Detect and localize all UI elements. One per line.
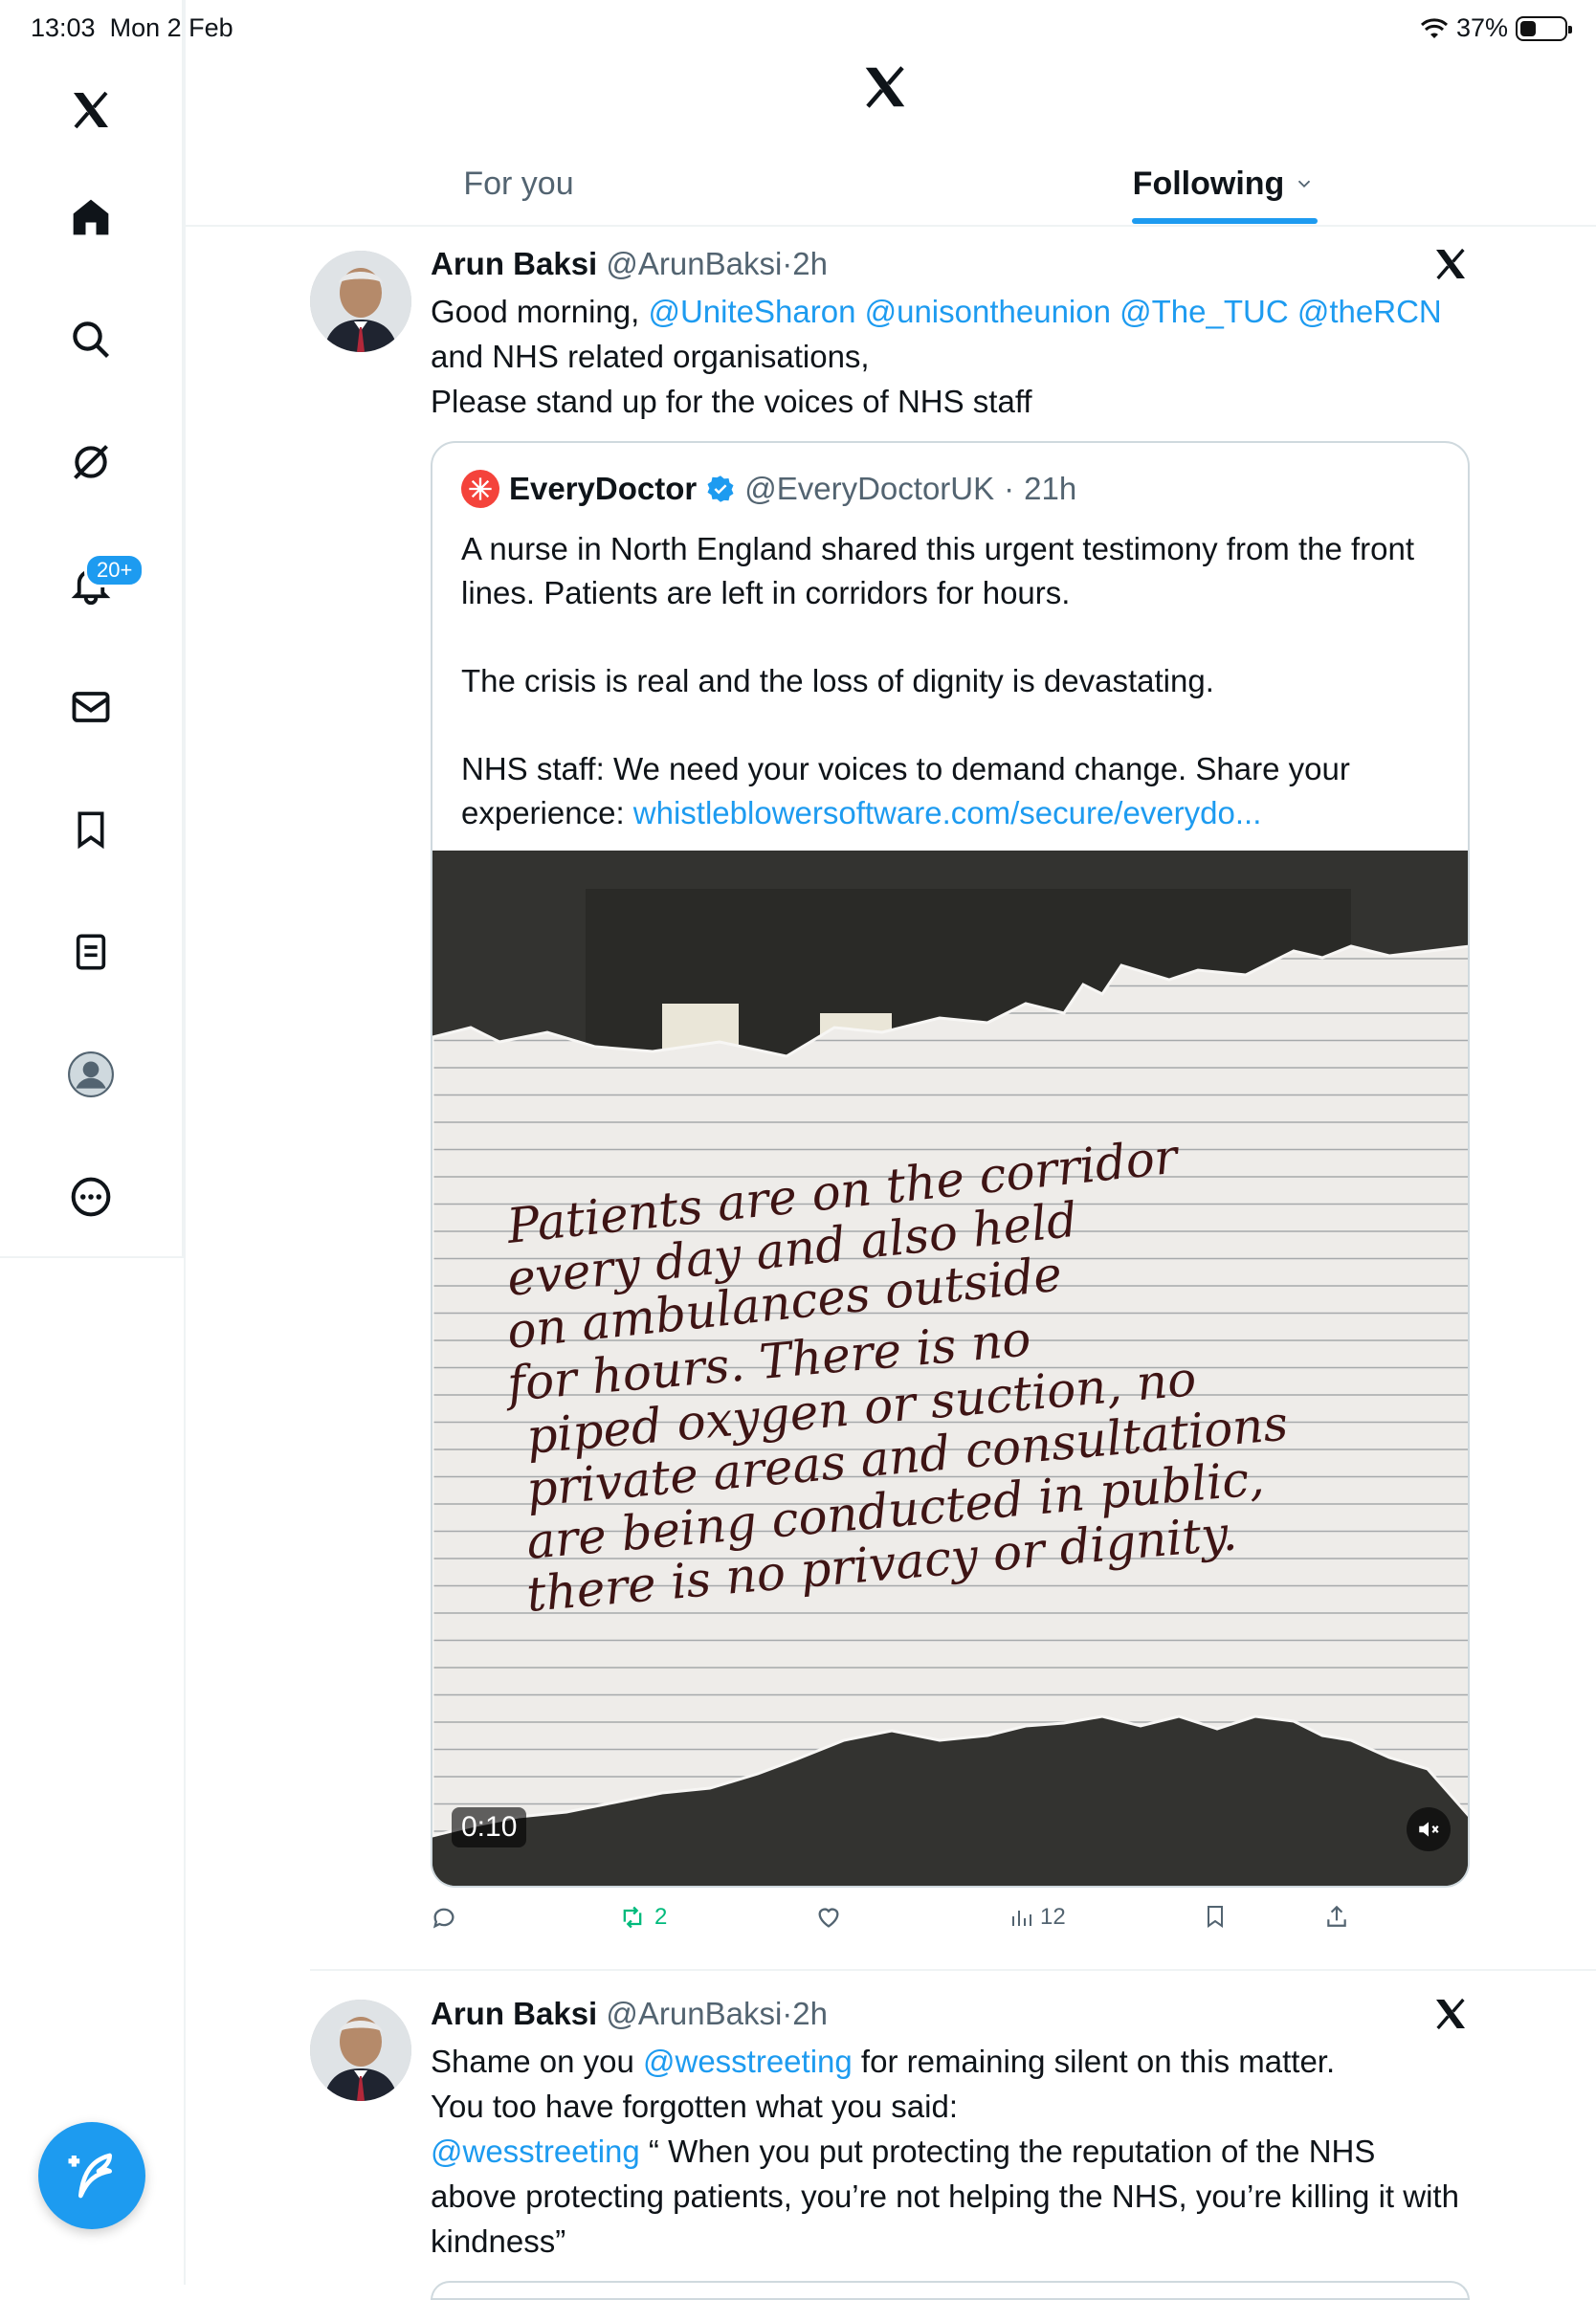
profile-icon[interactable] <box>59 1043 122 1106</box>
tweet-text: Good morning, @UniteSharon @unisontheuni… <box>431 294 1442 419</box>
mention-link[interactable]: @wesstreeting <box>643 2044 853 2079</box>
repost-button[interactable]: 2 <box>618 1904 667 1931</box>
compose-icon <box>68 2153 112 2199</box>
tweet-text: Shame on you @wesstreeting for remaining… <box>431 2044 1459 2259</box>
quote-tweet[interactable] <box>431 2281 1470 2300</box>
bookmark-button[interactable] <box>1204 1904 1227 1929</box>
external-link[interactable]: whistleblowersoftware.com/secure/everydo… <box>633 795 1262 830</box>
notifications-badge: 20+ <box>84 553 145 587</box>
mention-link[interactable]: @The_TUC <box>1119 294 1289 329</box>
tweet-header: Arun Baksi @ArunBaksi·2h <box>431 1996 829 2031</box>
battery-fill <box>1520 20 1536 36</box>
x-logo-icon[interactable] <box>59 78 122 142</box>
like-button[interactable] <box>815 1904 850 1931</box>
tab-following[interactable]: Following <box>852 144 1596 224</box>
messages-icon[interactable] <box>59 675 122 739</box>
header-x-logo-icon[interactable] <box>859 61 911 118</box>
avatar[interactable] <box>310 2000 411 2101</box>
header-border <box>186 225 1596 227</box>
heart-icon <box>818 1908 839 1928</box>
main-divider <box>184 0 186 2285</box>
lists-icon[interactable] <box>59 920 122 984</box>
repost-icon <box>623 1906 642 1929</box>
chevron-down-icon <box>1298 180 1311 188</box>
share-button[interactable] <box>1324 1904 1349 1929</box>
bookmarks-icon[interactable] <box>59 798 122 861</box>
compose-button[interactable] <box>38 2122 145 2229</box>
mention-link[interactable]: @theRCN <box>1297 294 1442 329</box>
tab-for-you[interactable]: For you <box>186 144 852 224</box>
tweet-time[interactable]: 2h <box>792 246 828 281</box>
mention-link[interactable]: @wesstreeting <box>431 2134 640 2169</box>
avatar[interactable] <box>310 251 411 352</box>
grok-x-icon[interactable] <box>1431 1995 1470 2038</box>
mention-link[interactable]: @unisontheunion <box>865 294 1111 329</box>
author-handle[interactable]: @ArunBaksi <box>606 1996 782 2031</box>
wifi-icon <box>1420 17 1448 38</box>
share-icon <box>1327 1905 1346 1927</box>
views-icon <box>1012 1911 1031 1926</box>
author-handle[interactable]: @ArunBaksi <box>606 246 782 281</box>
battery-icon <box>1516 15 1572 41</box>
tweet-header: Arun Baksi @ArunBaksi·2h <box>431 246 829 281</box>
quote-author-name[interactable]: EveryDoctor <box>509 471 697 507</box>
tab-underline <box>1132 218 1318 224</box>
video-duration: 0:10 <box>452 1807 527 1847</box>
mention-link[interactable]: @UniteSharon <box>648 294 855 329</box>
quote-time[interactable]: 21h <box>1024 471 1076 507</box>
quote-author-handle[interactable]: @EveryDoctorUK <box>744 471 994 507</box>
quote-text: A nurse in North England shared this urg… <box>461 531 1415 830</box>
tweet-actions: 2 12 <box>431 1904 1464 1942</box>
grok-icon[interactable] <box>59 431 122 494</box>
grok-x-icon[interactable] <box>1431 245 1470 288</box>
tweet-time[interactable]: 2h <box>792 1996 828 2031</box>
battery-percent: 37% <box>1455 13 1508 42</box>
mute-button[interactable] <box>1407 1807 1451 1851</box>
reply-button[interactable] <box>431 1904 465 1931</box>
mute-icon <box>1419 1822 1439 1837</box>
verified-badge-icon <box>707 475 734 502</box>
quote-header: EveryDoctor @EveryDoctorUK · 21h <box>461 470 1076 508</box>
quote-tweet[interactable]: EveryDoctor @EveryDoctorUK · 21h A nurse i… <box>431 441 1470 1888</box>
home-icon[interactable] <box>59 186 122 249</box>
tweet-separator <box>310 1969 1596 1971</box>
bookmark-icon <box>1208 1906 1223 1928</box>
everydoctor-logo-icon <box>461 470 499 508</box>
video-player[interactable]: Patients are on the corridor every day a… <box>432 851 1468 1886</box>
author-name[interactable]: Arun Baksi <box>431 246 597 281</box>
search-icon[interactable] <box>59 308 122 371</box>
reply-icon <box>432 1908 454 1929</box>
author-name[interactable]: Arun Baksi <box>431 1996 597 2031</box>
more-icon[interactable] <box>59 1165 122 1228</box>
views-button[interactable]: 12 <box>1009 1904 1066 1931</box>
status-right: 37% <box>1420 13 1572 43</box>
video-frame: Patients are on the corridor every day a… <box>432 851 1468 1886</box>
